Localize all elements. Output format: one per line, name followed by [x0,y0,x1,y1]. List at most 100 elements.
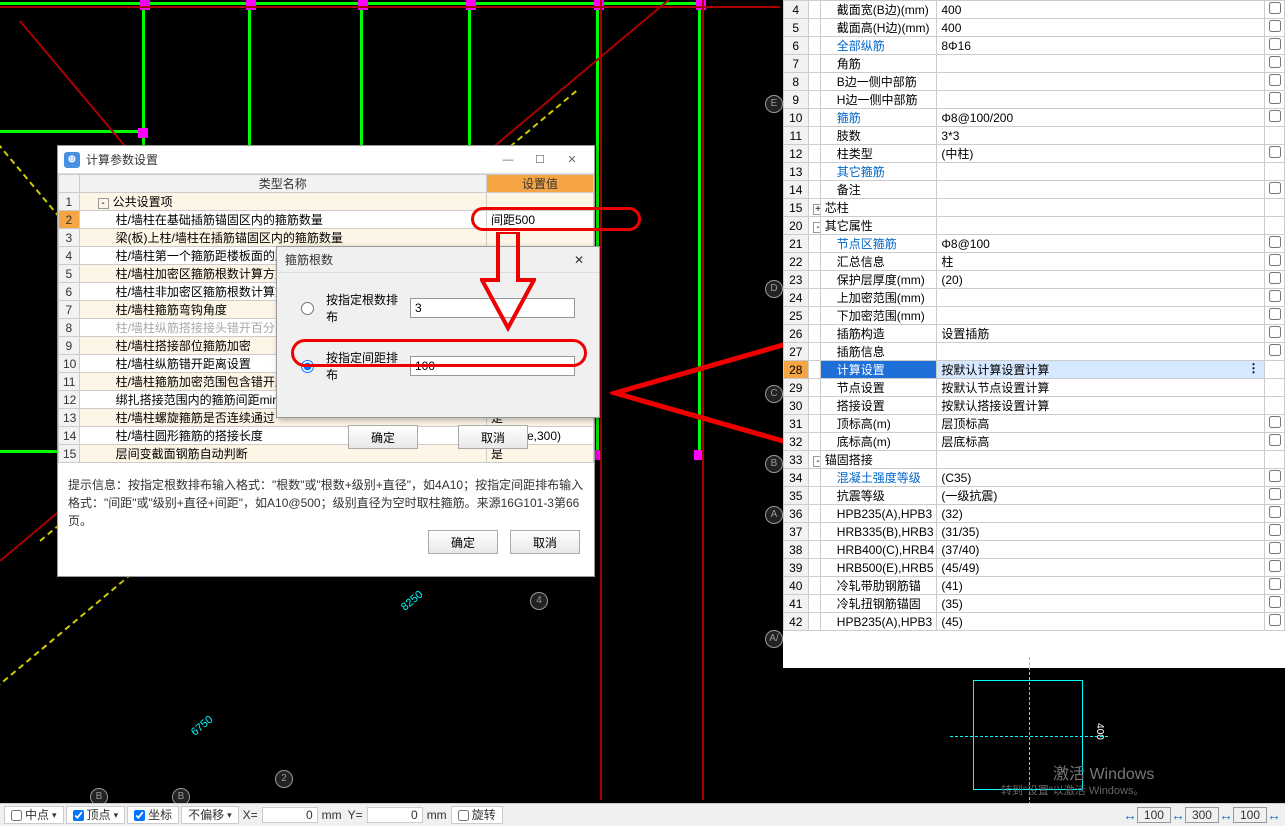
grid-node: D [765,280,783,298]
property-lock-checkbox[interactable] [1269,506,1281,518]
property-row[interactable]: 11肢数3*3 [784,127,1285,145]
grid-node: B [90,788,108,803]
minimize-button[interactable]: — [492,150,524,170]
property-row[interactable]: 22汇总信息柱 [784,253,1285,271]
property-row[interactable]: 20-其它属性 [784,217,1285,235]
property-lock-checkbox[interactable] [1269,290,1281,302]
property-row[interactable]: 31顶标高(m)层顶标高 [784,415,1285,433]
property-lock-checkbox[interactable] [1269,614,1281,626]
settings-row[interactable]: 1-公共设置项 [59,193,594,211]
property-lock-checkbox[interactable] [1269,236,1281,248]
property-lock-checkbox[interactable] [1269,182,1281,194]
property-row[interactable]: 41冷轧扭钢筋锚固(35) [784,595,1285,613]
property-row[interactable]: 4截面宽(B边)(mm)400 [784,1,1285,19]
property-row[interactable]: 9H边一侧中部筋 [784,91,1285,109]
radio-by-spacing-label: 按指定间距排布 [326,349,398,383]
property-row[interactable]: 39HRB500(E),HRB5(45/49) [784,559,1285,577]
property-lock-checkbox[interactable] [1269,20,1281,32]
sub-ok-button[interactable]: 确定 [348,425,418,449]
property-row[interactable]: 12柱类型(中柱) [784,145,1285,163]
property-row[interactable]: 42HPB235(A),HPB3(45) [784,613,1285,631]
property-row[interactable]: 25下加密范围(mm) [784,307,1285,325]
grid-node: 4 [530,592,548,610]
sb-x-value[interactable]: 0 [262,807,318,823]
sub-cancel-button[interactable]: 取消 [458,425,528,449]
subdialog-titlebar[interactable]: 箍筋根数 ✕ [277,247,599,273]
property-row[interactable]: 29节点设置按默认节点设置计算 [784,379,1285,397]
property-lock-checkbox[interactable] [1269,578,1281,590]
radio-by-count[interactable] [301,302,314,315]
property-lock-checkbox[interactable] [1269,524,1281,536]
app-icon: ⊕ [64,152,80,168]
property-lock-checkbox[interactable] [1269,326,1281,338]
property-lock-checkbox[interactable] [1269,434,1281,446]
property-lock-checkbox[interactable] [1269,596,1281,608]
property-lock-checkbox[interactable] [1269,560,1281,572]
property-row[interactable]: 14备注 [784,181,1285,199]
property-lock-checkbox[interactable] [1269,344,1281,356]
maximize-button[interactable]: ☐ [524,150,556,170]
col-header-value: 设置值 [486,175,593,193]
sb-rotate[interactable]: 旋转 [451,806,503,824]
property-row[interactable]: 36HPB235(A),HPB3(32) [784,505,1285,523]
property-lock-checkbox[interactable] [1269,470,1281,482]
property-table[interactable]: 4截面宽(B边)(mm)4005截面高(H边)(mm)4006全部纵筋8Φ167… [783,0,1285,631]
property-row[interactable]: 13其它箍筋 [784,163,1285,181]
property-row[interactable]: 21节点区箍筋Φ8@100 [784,235,1285,253]
property-row[interactable]: 35抗震等级(一级抗震) [784,487,1285,505]
property-lock-checkbox[interactable] [1269,92,1281,104]
property-row[interactable]: 28计算设置按默认计算设置计算⋮ [784,361,1285,379]
property-lock-checkbox[interactable] [1269,38,1281,50]
property-row[interactable]: 33-锚固搭接 [784,451,1285,469]
property-lock-checkbox[interactable] [1269,254,1281,266]
sb-y-value[interactable]: 0 [367,807,423,823]
property-row[interactable]: 6全部纵筋8Φ16 [784,37,1285,55]
sb-vertex[interactable]: 顶点▾ [66,806,126,824]
property-row[interactable]: 24上加密范围(mm) [784,289,1285,307]
status-bar: 中点▾ 顶点▾ 坐标 不偏移▾ X= 0 mm Y= 0 mm 旋转 ↔ 100… [0,803,1285,826]
radio-by-spacing[interactable] [301,360,314,373]
grid-node: 2 [275,770,293,788]
sb-offset[interactable]: 不偏移▾ [181,806,239,824]
property-row[interactable]: 8B边一侧中部筋 [784,73,1285,91]
ok-button[interactable]: 确定 [428,530,498,554]
property-row[interactable]: 40冷轧带肋钢筋锚(41) [784,577,1285,595]
property-lock-checkbox[interactable] [1269,2,1281,14]
property-panel[interactable]: 4截面宽(B边)(mm)4005截面高(H边)(mm)4006全部纵筋8Φ167… [783,0,1285,668]
sb-midpoint[interactable]: 中点▾ [4,806,64,824]
property-row[interactable]: 27插筋信息 [784,343,1285,361]
property-lock-checkbox[interactable] [1269,542,1281,554]
property-row[interactable]: 30搭接设置按默认搭接设置计算 [784,397,1285,415]
property-row[interactable]: 5截面高(H边)(mm)400 [784,19,1285,37]
settings-row[interactable]: 2柱/墙柱在基础插筋锚固区内的箍筋数量间距500 [59,211,594,229]
settings-row[interactable]: 3梁(板)上柱/墙柱在插筋锚固区内的箍筋数量 [59,229,594,247]
grid-node: A [765,506,783,524]
property-row[interactable]: 15+芯柱 [784,199,1285,217]
spacing-input[interactable] [410,356,575,376]
property-lock-checkbox[interactable] [1269,146,1281,158]
three-dots-button[interactable]: ⋮ [1248,361,1260,375]
property-lock-checkbox[interactable] [1269,416,1281,428]
count-input[interactable] [410,298,575,318]
property-lock-checkbox[interactable] [1269,272,1281,284]
dialog-titlebar[interactable]: ⊕ 计算参数设置 — ☐ ✕ [58,146,594,174]
subdialog-close-button[interactable]: ✕ [567,253,591,267]
property-row[interactable]: 23保护层厚度(mm)(20) [784,271,1285,289]
property-lock-checkbox[interactable] [1269,56,1281,68]
property-row[interactable]: 7角筋 [784,55,1285,73]
property-row[interactable]: 26插筋构造设置插筋 [784,325,1285,343]
property-lock-checkbox[interactable] [1269,488,1281,500]
property-row[interactable]: 10箍筋Φ8@100/200 [784,109,1285,127]
property-row[interactable]: 37HRB335(B),HRB3(31/35) [784,523,1285,541]
close-button[interactable]: ✕ [556,150,588,170]
property-row[interactable]: 34混凝土强度等级(C35) [784,469,1285,487]
property-row[interactable]: 32底标高(m)层底标高 [784,433,1285,451]
property-lock-checkbox[interactable] [1269,110,1281,122]
subdialog-title: 箍筋根数 [285,251,567,268]
cancel-button[interactable]: 取消 [510,530,580,554]
stirrup-count-dialog: 箍筋根数 ✕ 按指定根数排布 按指定间距排布 确定 取消 [276,246,600,418]
sb-coord[interactable]: 坐标 [127,806,179,824]
property-lock-checkbox[interactable] [1269,74,1281,86]
property-row[interactable]: 38HRB400(C),HRB4(37/40) [784,541,1285,559]
property-lock-checkbox[interactable] [1269,308,1281,320]
